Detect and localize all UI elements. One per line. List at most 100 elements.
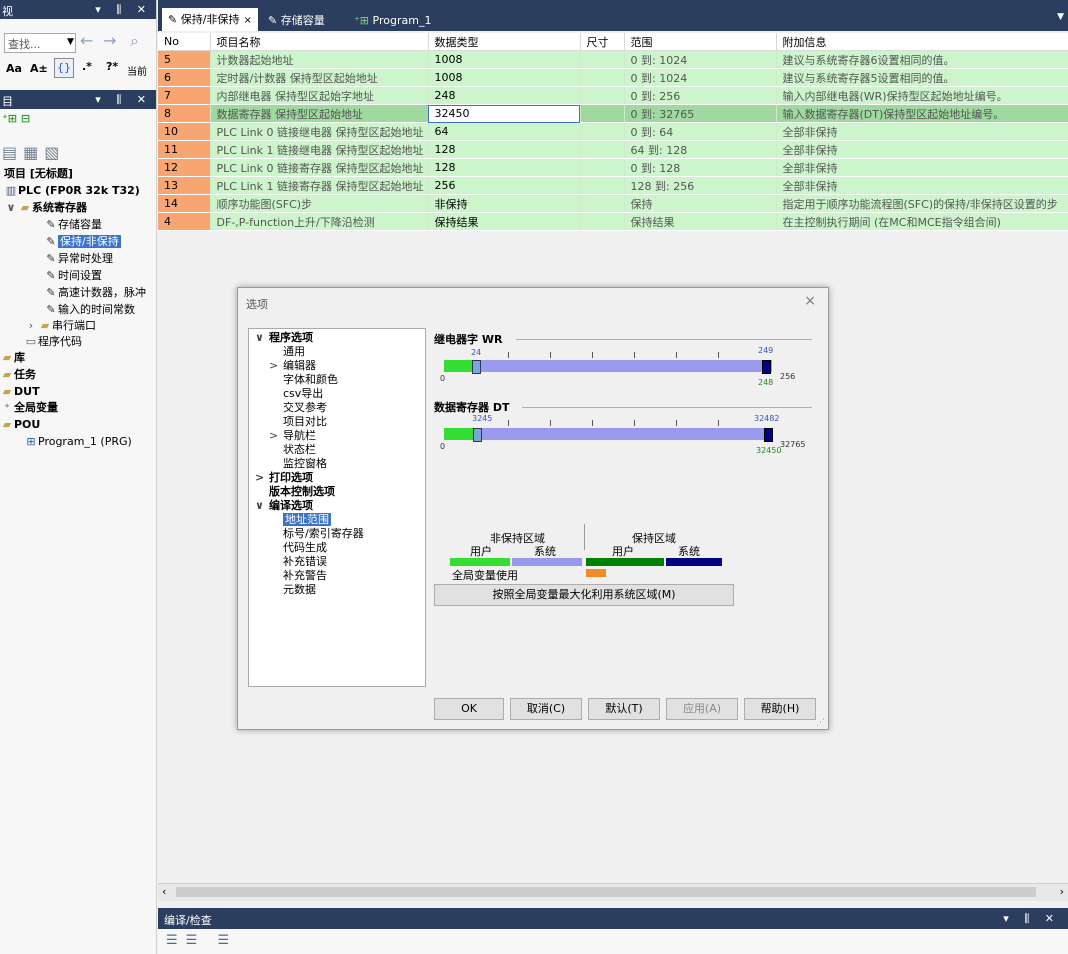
opt-status-bar[interactable]: 状态栏 [283, 443, 316, 457]
opt-metadata[interactable]: 元数据 [283, 583, 316, 597]
tree-tasks[interactable]: ▰ 任务 [0, 367, 36, 383]
pane-controls[interactable]: ▾ ⫼ ✕ [95, 3, 152, 17]
table-row[interactable]: 14 顺序功能图(SFC)步 非保持 保持 指定用于顺序功能流程图(SFC)的保… [158, 194, 1068, 213]
cell-type-editing[interactable]: 32450 [428, 104, 581, 123]
ok-button[interactable]: OK [434, 698, 504, 720]
tree-global-vars[interactable]: ⁺ 全局变量 [0, 400, 58, 416]
scroll-left-icon[interactable]: ‹ [162, 885, 166, 898]
dt-left-handle[interactable] [473, 428, 482, 442]
chevron-down-icon[interactable]: ∨ [4, 200, 18, 216]
col-header-type[interactable]: 数据类型 [428, 33, 581, 51]
search-dropdown-icon[interactable]: ▼ [66, 34, 75, 50]
opt-cross-reference[interactable]: 交叉参考 [283, 401, 327, 415]
opt-csv-export[interactable]: csv导出 [283, 387, 323, 401]
tree-plc[interactable]: ▥ PLC (FP0R 32k T32) [4, 183, 140, 199]
opt-compile-options[interactable]: ∨ 编译选项 [255, 499, 313, 513]
help-button[interactable]: 帮助(H) [744, 698, 816, 720]
opt-font-color[interactable]: 字体和颜色 [283, 373, 338, 387]
cell-type[interactable]: 1008 [428, 68, 581, 87]
table-row[interactable]: 12 PLC Link 0 链接寄存器 保持型区起始地址 128 0 到: 12… [158, 158, 1068, 177]
opt-editor[interactable]: > 编辑器 [269, 359, 316, 373]
search-icon[interactable]: ⌕ [130, 31, 139, 51]
wildcard-icon[interactable]: .* [82, 60, 92, 73]
cell-type[interactable]: 64 [428, 122, 581, 141]
tree-program-1[interactable]: ⊞ Program_1 (PRG) [24, 434, 131, 450]
scroll-right-icon[interactable]: › [1060, 885, 1064, 898]
cell-type[interactable]: 248 [428, 86, 581, 105]
cancel-button[interactable]: 取消(C) [510, 698, 582, 720]
tree-item-retain[interactable]: ✎ 保持/非保持 [44, 234, 121, 250]
cell-type[interactable]: 保持结果 [428, 212, 581, 231]
col-header-info[interactable]: 附加信息 [776, 33, 1068, 51]
cell-type[interactable]: 128 [428, 140, 581, 159]
opt-print-options[interactable]: > 打印选项 [255, 471, 313, 485]
pane-controls[interactable]: ▾ ⫼ ✕ [95, 93, 152, 107]
pane-controls[interactable]: ▾ ⫼ ✕ [1003, 912, 1060, 926]
tree-pou[interactable]: ▰ POU [0, 417, 41, 433]
chevron-right-icon[interactable]: › [24, 318, 38, 334]
match-case-icon[interactable]: Aa [6, 62, 22, 75]
resize-grip-icon[interactable]: ⋰ [816, 718, 825, 728]
tree-item-time-settings[interactable]: ✎ 时间设置 [44, 268, 102, 284]
wr-right-handle[interactable] [762, 360, 771, 374]
cell-type[interactable]: 非保持 [428, 194, 581, 213]
tree-item-memory-size[interactable]: ✎ 存储容量 [44, 217, 102, 233]
opt-project-compare[interactable]: 项目对比 [283, 415, 327, 429]
col-header-no[interactable]: No [158, 33, 211, 51]
table-row[interactable]: 5 计数器起始地址 1008 0 到: 1024 建议与系统寄存器6设置相同的值… [158, 50, 1068, 69]
cell-type[interactable]: 256 [428, 176, 581, 195]
indent-icons[interactable]: ☰☰ ☰ [166, 933, 237, 948]
tree-item-high-speed-counter[interactable]: ✎ 高速计数器，脉冲 [44, 285, 146, 301]
opt-label-index-register[interactable]: 标号/索引寄存器 [283, 527, 364, 541]
brace-icon[interactable]: {} [54, 58, 74, 78]
default-button[interactable]: 默认(T) [588, 698, 660, 720]
col-header-range[interactable]: 范围 [624, 33, 777, 51]
close-icon[interactable]: × [804, 293, 816, 309]
table-row[interactable]: 7 内部继电器 保持型区起始字地址 248 0 到: 256 输入内部继电器(W… [158, 86, 1068, 105]
tree-library[interactable]: ▰ 库 [0, 350, 25, 366]
table-row[interactable]: 10 PLC Link 0 链接继电器 保持型区起始地址 64 0 到: 64 … [158, 122, 1068, 141]
opt-program-options[interactable]: ∨ 程序选项 [255, 331, 313, 345]
view-mode-icons[interactable]: ▤▦▧ [2, 143, 65, 162]
search-input[interactable]: 查找... [8, 36, 41, 52]
tree-system-registers[interactable]: ∨ ▰ 系统寄存器 [4, 200, 87, 216]
table-row[interactable]: 6 定时器/计数器 保持型区起始地址 1008 0 到: 1024 建议与系统寄… [158, 68, 1068, 87]
opt-monitor-pane[interactable]: 监控窗格 [283, 457, 327, 471]
tree-item-input-time-constant[interactable]: ✎ 输入的时间常数 [44, 302, 135, 318]
tab-dropdown-icon[interactable]: ▼ [1057, 12, 1064, 22]
scroll-thumb[interactable] [176, 887, 1036, 897]
opt-navigation-bar[interactable]: > 导航栏 [269, 429, 316, 443]
tree-project[interactable]: 项目 [无标题] [4, 166, 73, 182]
opt-address-range[interactable]: 地址范围 [283, 513, 331, 527]
horizontal-scrollbar[interactable]: ‹ › [158, 883, 1068, 901]
tree-dut[interactable]: ▰ DUT [0, 384, 40, 400]
match-word-icon[interactable]: A± [30, 62, 48, 75]
opt-general[interactable]: 通用 [283, 345, 305, 359]
opt-code-generation[interactable]: 代码生成 [283, 541, 327, 555]
col-header-size[interactable]: 尺寸 [580, 33, 625, 51]
table-row-selected[interactable]: 8 数据寄存器 保持型区起始地址 32450 0 到: 32765 输入数据寄存… [158, 104, 1068, 123]
apply-button[interactable]: 应用(A) [666, 698, 738, 720]
table-row[interactable]: 4 DF-,P-function上升/下降沿检测 保持结果 保持结果 在主控制执… [158, 212, 1068, 231]
tab-memory-size[interactable]: ✎ 存储容量 [262, 10, 331, 31]
table-row[interactable]: 11 PLC Link 1 链接继电器 保持型区起始地址 128 64 到: 1… [158, 140, 1068, 159]
tree-item-error-handling[interactable]: ✎ 异常时处理 [44, 251, 113, 267]
regex-icon[interactable]: ?* [106, 60, 118, 73]
wr-range-slider[interactable]: 0 24 249 248 256 [440, 346, 795, 392]
back-arrow-icon[interactable]: ← [80, 31, 93, 50]
cell-type[interactable]: 1008 [428, 50, 581, 69]
add-item-icon[interactable]: ⁺⊞ ⊟ [2, 112, 30, 125]
current-scope-label[interactable]: 当前 [127, 63, 147, 78]
tree-item-serial-port[interactable]: › ▰ 串行端口 [24, 318, 96, 334]
tab-program-1[interactable]: ⁺⊞ Program_1 [348, 10, 437, 31]
opt-supplementary-errors[interactable]: 补充错误 [283, 555, 327, 569]
forward-arrow-icon[interactable]: → [103, 31, 116, 50]
dt-right-handle[interactable] [764, 428, 773, 442]
opt-version-control[interactable]: 版本控制选项 [269, 485, 335, 499]
opt-supplementary-warnings[interactable]: 补充警告 [283, 569, 327, 583]
dt-range-slider[interactable]: 0 3245 32482 32450 32765 [440, 414, 805, 460]
tree-item-program-code[interactable]: ▭ 程序代码 [24, 334, 82, 350]
cell-type[interactable]: 128 [428, 158, 581, 177]
wr-left-handle[interactable] [472, 360, 481, 374]
close-icon[interactable]: × [243, 15, 251, 26]
